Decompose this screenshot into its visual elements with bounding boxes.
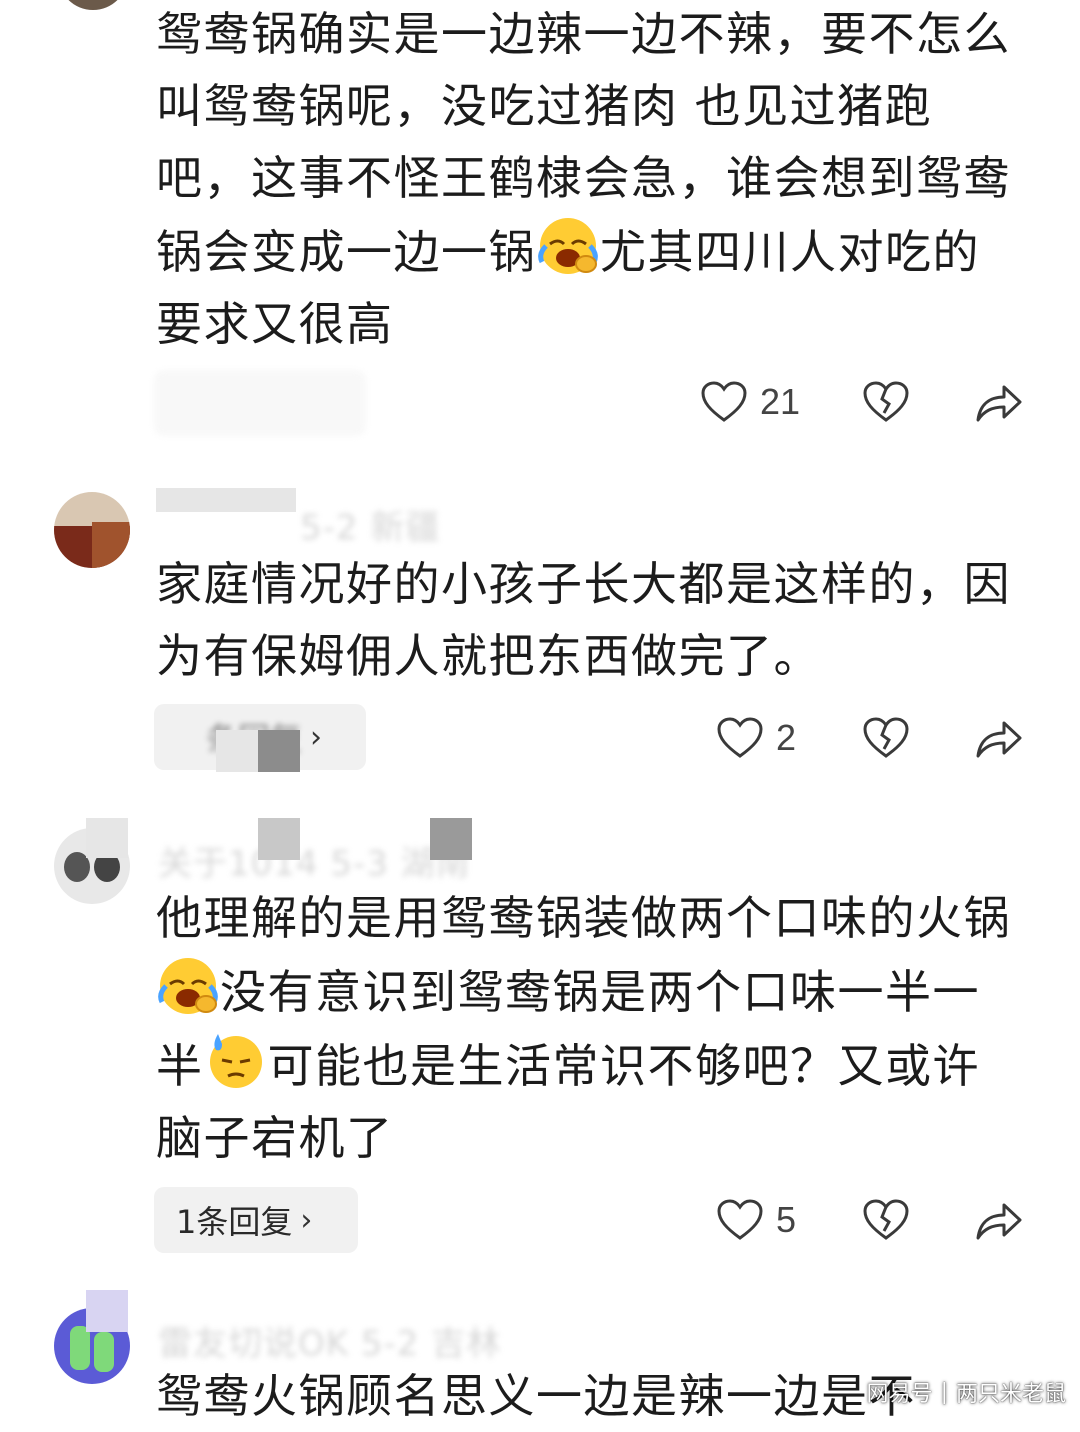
mosaic-block [258, 818, 300, 860]
mosaic-block [86, 1290, 128, 1332]
dislike-button[interactable] [862, 380, 910, 424]
laughing-crying-emoji [538, 218, 598, 274]
mosaic-block [216, 730, 258, 772]
like-button[interactable]: 2 [716, 716, 796, 760]
watermark: 网易号 | 两只米老鼠 [867, 1376, 1066, 1408]
like-button[interactable]: 5 [716, 1198, 796, 1242]
comment-meta: 雷友切说OK 5-2 吉林 [158, 1324, 502, 1364]
sweat-emoji [209, 1034, 262, 1088]
broken-heart-icon [863, 1199, 909, 1240]
comment-text: 鸳鸯锅确实是一边辣一边不辣，要不怎么叫鸳鸯锅呢，没吃过猪肉 也见过猪跑吧，这事不… [156, 7, 1011, 351]
heart-outline-icon [717, 717, 763, 758]
heart-outline-icon [701, 381, 747, 422]
laughing-crying-emoji [158, 958, 218, 1014]
comment-text: 他理解的是用鸳鸯锅装做两个口味的火锅没有意识到鸳鸯锅是两个口味一半一半 可能也是生… [156, 891, 1011, 1165]
reply-count-label: 1条回复 [176, 1203, 293, 1241]
watermark-brand: 网易号 [866, 1382, 933, 1407]
broken-heart-icon [863, 381, 909, 422]
like-count: 2 [776, 717, 797, 758]
watermark-divider: | [940, 1379, 948, 1405]
share-button[interactable] [974, 1198, 1024, 1242]
like-button[interactable]: 21 [700, 380, 800, 424]
watermark-author: 两只米老鼠 [955, 1382, 1066, 1407]
chevron-right-icon: › [310, 719, 323, 755]
share-arrow-icon [976, 721, 1022, 758]
like-count: 5 [776, 1199, 797, 1240]
share-arrow-icon [976, 1203, 1022, 1240]
mosaic-block [86, 818, 128, 858]
share-button[interactable] [974, 716, 1024, 760]
comment-meta: 关于1014 5-3 湖南 [158, 844, 471, 884]
reply-pill[interactable] [154, 370, 366, 436]
comment-meta: 5-2 新疆 [300, 508, 441, 548]
share-arrow-icon [976, 385, 1022, 422]
mosaic-block [258, 730, 300, 772]
reply-pill[interactable]: 1条回复 › [154, 1187, 358, 1253]
mosaic-block [430, 818, 472, 860]
chevron-right-icon: › [300, 1202, 313, 1238]
share-button[interactable] [974, 380, 1024, 424]
avatar[interactable] [54, 492, 130, 568]
comment-text: 家庭情况好的小孩子长大都是这样的，因为有保姆佣人就把东西做完了。 [156, 557, 1011, 683]
broken-heart-icon [863, 717, 909, 758]
username-mosaic [156, 488, 296, 512]
dislike-button[interactable] [862, 716, 910, 760]
heart-outline-icon [717, 1199, 763, 1240]
like-count: 21 [760, 381, 801, 422]
avatar[interactable] [58, 0, 128, 10]
dislike-button[interactable] [862, 1198, 910, 1242]
